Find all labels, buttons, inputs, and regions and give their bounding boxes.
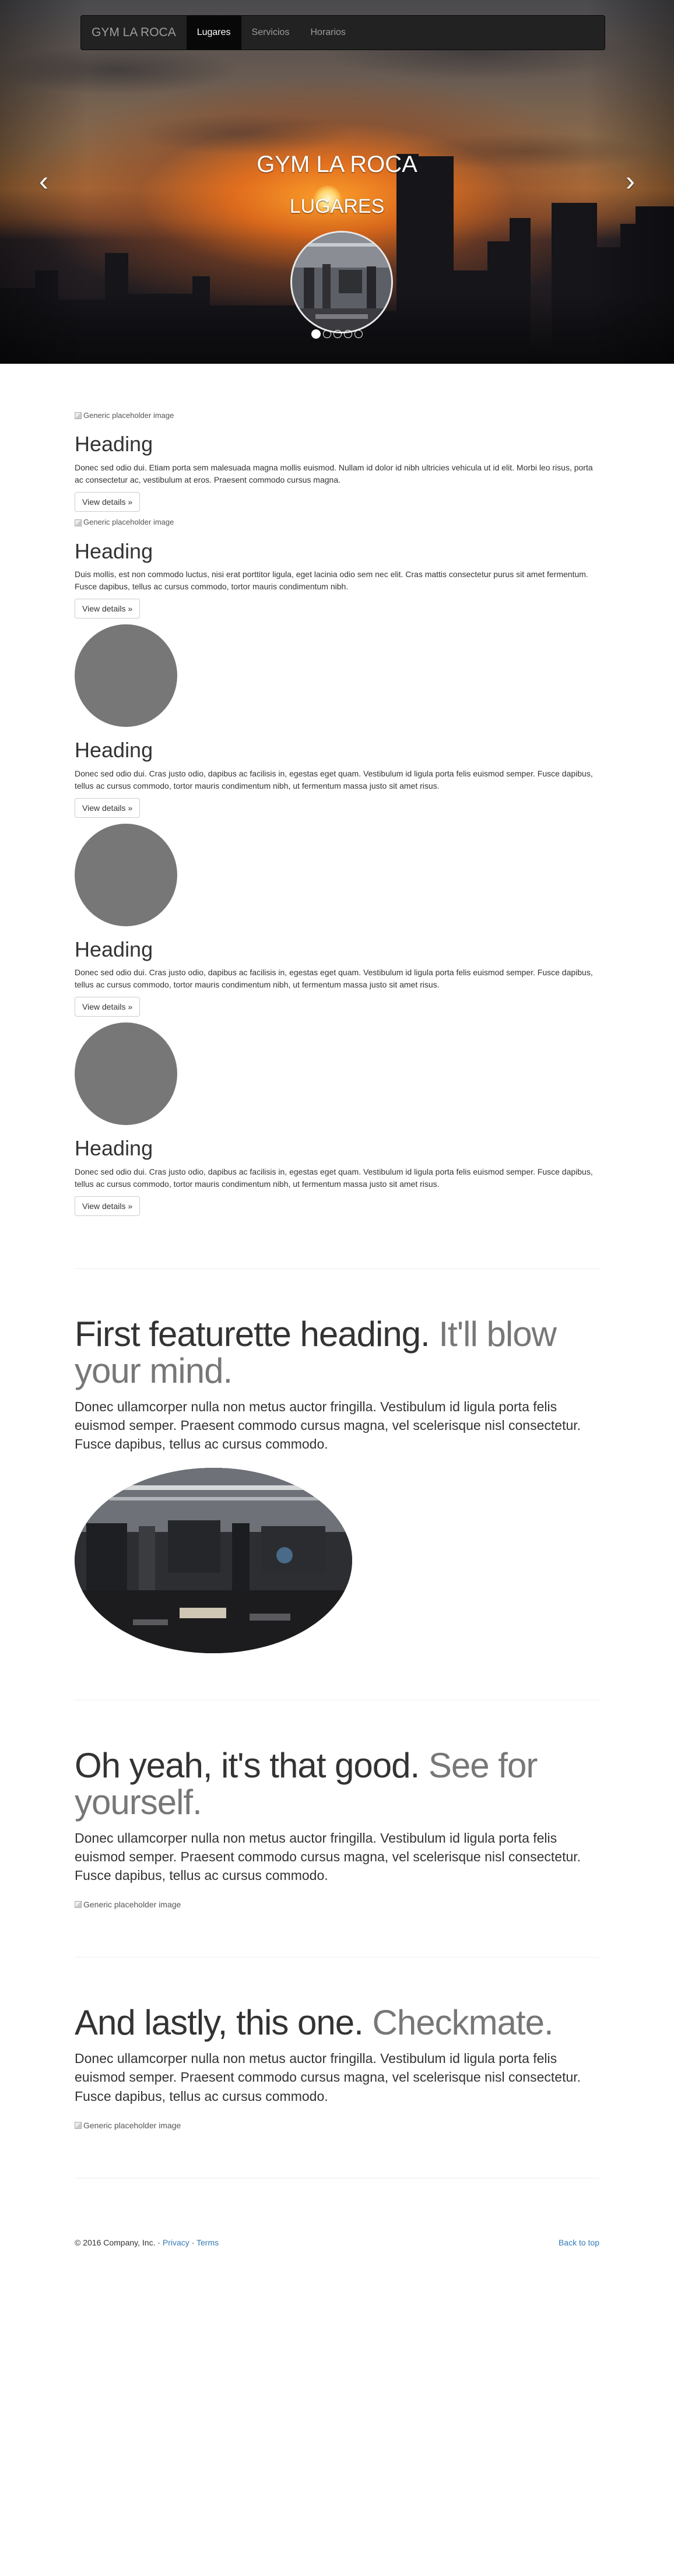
circle-placeholder-image	[75, 823, 177, 926]
page-footer: © 2016 Company, Inc. · Privacy · Terms B…	[75, 2225, 599, 2272]
column-heading: Heading	[75, 432, 153, 456]
featurette-divider	[75, 1268, 599, 1270]
navbar-menu: Lugares Servicios Horarios	[186, 16, 356, 50]
column-text: Donec sed odio dui. Cras justo odio, dap…	[75, 768, 593, 790]
feature-column: Heading Donec sed odio dui. Cras justo o…	[75, 823, 599, 1023]
feature-column: Heading Donec sed odio dui. Cras justo o…	[75, 1022, 599, 1222]
broken-image-icon	[75, 1901, 82, 1909]
carousel-subtitle: LUGARES	[289, 195, 385, 217]
marketing-section: Generic placeholder image Heading Donec …	[75, 364, 599, 2272]
circle-placeholder-image	[75, 624, 177, 728]
hero-carousel: GYM LA ROCA Lugares Servicios Horarios ‹…	[0, 0, 674, 364]
column-heading: Heading	[75, 738, 153, 762]
nav-item-lugares[interactable]: Lugares	[186, 16, 241, 50]
top-navbar: GYM LA ROCA Lugares Servicios Horarios	[80, 15, 605, 50]
placeholder-image: Generic placeholder image	[75, 410, 599, 421]
column-text: Donec sed odio dui. Cras justo odio, dap…	[75, 1167, 593, 1189]
column-text: Donec sed odio dui. Etiam porta sem male…	[75, 462, 593, 484]
feature-column: Heading Donec sed odio dui. Cras justo o…	[75, 624, 599, 824]
view-details-button[interactable]: View details »	[75, 599, 141, 619]
placeholder-image: Generic placeholder image	[75, 2120, 599, 2131]
broken-image-icon	[75, 519, 82, 526]
terms-link[interactable]: Terms	[196, 2238, 219, 2247]
privacy-link[interactable]: Privacy	[163, 2238, 189, 2247]
featurette-heading: First featurette heading. It'll blow you…	[75, 1315, 557, 1391]
featurette-heading: Oh yeah, it's that good. See for yoursel…	[75, 1745, 538, 1822]
featurette-lead: Donec ullamcorper nulla non metus auctor…	[75, 1830, 581, 1883]
featurette: First featurette heading. It'll blow you…	[75, 1316, 599, 1653]
column-heading: Heading	[75, 937, 153, 961]
footer-separator: ·	[191, 2237, 195, 2247]
featurette-lead: Donec ullamcorper nulla non metus auctor…	[75, 1399, 581, 1452]
broken-image-icon	[75, 412, 82, 419]
placeholder-image: Generic placeholder image	[75, 1899, 599, 1910]
circle-placeholder-image	[75, 1022, 177, 1126]
placeholder-image: Generic placeholder image	[75, 518, 599, 528]
featurette-lead: Donec ullamcorper nulla non metus auctor…	[75, 2051, 581, 2104]
nav-item-horarios[interactable]: Horarios	[300, 16, 356, 50]
carousel-indicator[interactable]	[344, 330, 352, 338]
carousel-title: GYM LA ROCA	[257, 152, 417, 177]
featurette: Oh yeah, it's that good. See for yoursel…	[75, 1747, 599, 1911]
view-details-button[interactable]: View details »	[75, 1196, 141, 1217]
column-text: Duis mollis, est non commodo luctus, nis…	[75, 570, 588, 592]
gym-interior-photo-round	[290, 231, 393, 333]
featurette-heading-muted: Checkmate.	[372, 2003, 554, 2043]
nav-item-servicios[interactable]: Servicios	[241, 16, 300, 50]
navbar-brand[interactable]: GYM LA ROCA	[81, 16, 187, 50]
view-details-button[interactable]: View details »	[75, 491, 141, 512]
back-to-top-link[interactable]: Back to top	[559, 2237, 599, 2248]
column-heading: Heading	[75, 1136, 153, 1161]
gym-interior-photo-oval	[75, 1467, 352, 1653]
broken-image-icon	[75, 2121, 82, 2129]
featurette: And lastly, this one. Checkmate. Donec u…	[75, 2004, 599, 2131]
carousel-indicator[interactable]	[334, 330, 342, 338]
carousel-indicator[interactable]	[311, 329, 321, 339]
footer-copyright: © 2016 Company, Inc. ·	[75, 2237, 161, 2247]
carousel-indicator[interactable]	[323, 330, 331, 338]
footer-links: © 2016 Company, Inc. · Privacy · Terms	[75, 2237, 219, 2248]
carousel-next-button[interactable]: ›	[587, 0, 674, 364]
feature-column: Generic placeholder image Heading Duis m…	[75, 518, 599, 625]
carousel-prev-button[interactable]: ‹	[0, 0, 87, 364]
view-details-button[interactable]: View details »	[75, 797, 141, 818]
carousel-indicator[interactable]	[354, 330, 363, 338]
view-details-button[interactable]: View details »	[75, 997, 141, 1017]
featurette-heading: And lastly, this one. Checkmate.	[75, 2003, 554, 2043]
carousel-indicators	[0, 329, 674, 339]
featurette-divider	[75, 1957, 599, 1958]
feature-column: Generic placeholder image Heading Donec …	[75, 410, 599, 518]
column-heading: Heading	[75, 539, 153, 563]
column-text: Donec sed odio dui. Cras justo odio, dap…	[75, 968, 593, 990]
